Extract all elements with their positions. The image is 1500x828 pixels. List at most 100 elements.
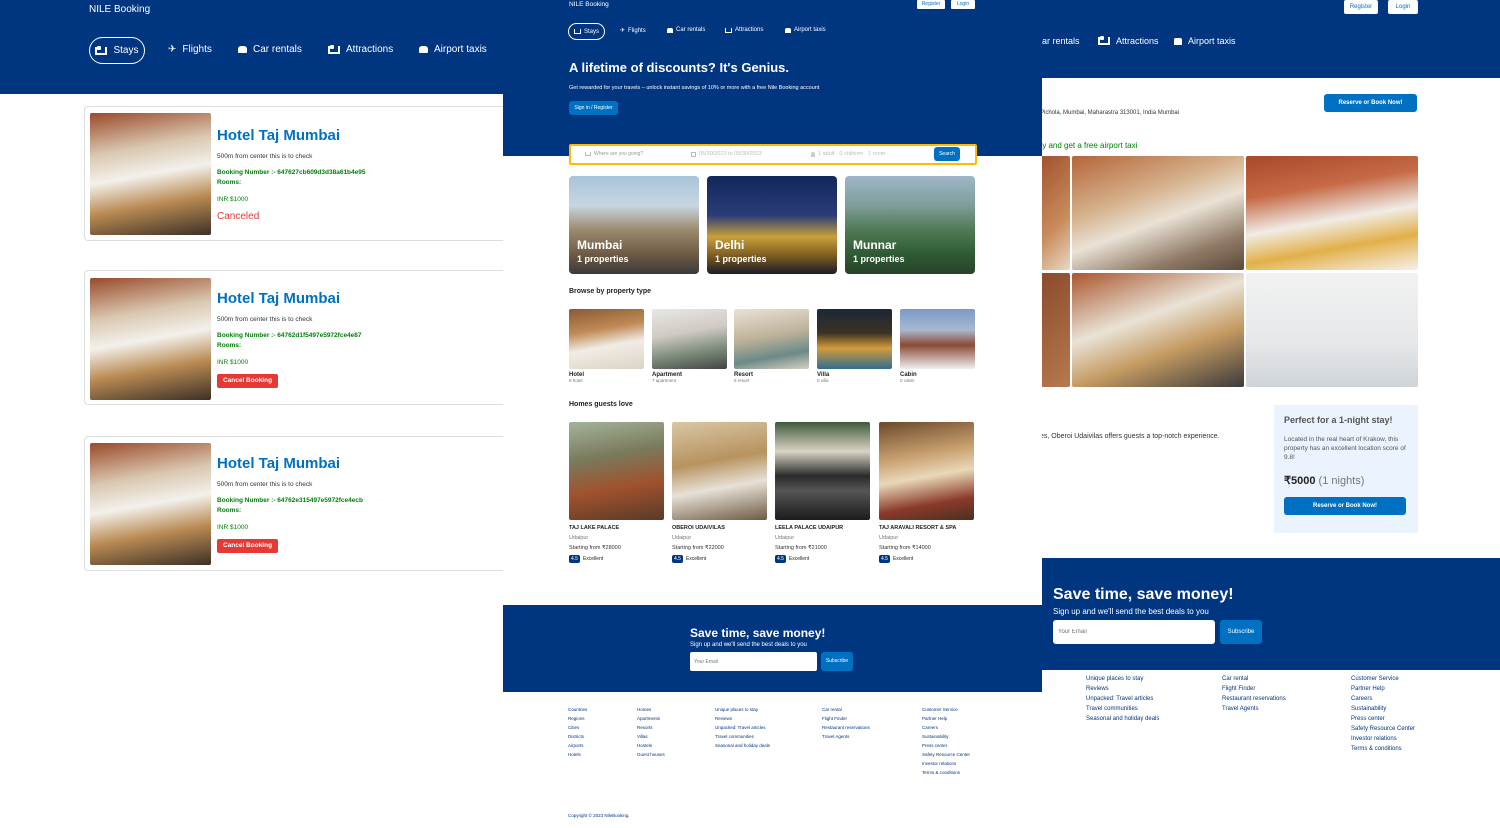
home-card[interactable]: TAJ LAKE PALACE Udaipur Starting from ₹2… (569, 422, 664, 563)
footer-link[interactable]: Careers (1351, 696, 1415, 702)
footer-link[interactable]: Terms & conditions (922, 770, 970, 775)
footer-link[interactable]: Apartments (637, 716, 665, 721)
property-type-card[interactable]: Apartment 7 apartment (652, 309, 727, 383)
footer-link[interactable]: Terms & conditions (1351, 746, 1415, 752)
footer-link[interactable]: Unpacked: Travel articles (1086, 696, 1159, 702)
footer-link[interactable]: Press center (922, 743, 970, 748)
footer-link[interactable]: Airports (568, 743, 587, 748)
footer-link[interactable]: Travel communities (715, 734, 770, 739)
footer-link[interactable]: Reviews (1086, 686, 1159, 692)
footer-link[interactable]: Sustainability (922, 734, 970, 739)
property-type-card[interactable]: Cabin 0 cabin (900, 309, 975, 383)
middle-nav-attractions[interactable]: Attractions (725, 27, 763, 33)
footer-link[interactable]: Investor relations (1351, 736, 1415, 742)
middle-email-input[interactable] (690, 652, 817, 671)
cancel-booking-button[interactable]: Cancel Booking (217, 374, 278, 388)
gallery-image[interactable] (1040, 273, 1070, 387)
footer-link[interactable]: Partner Help (922, 716, 970, 721)
guests-field[interactable]: 1 adult · 0 children · 1 room (811, 151, 885, 157)
gallery-image[interactable] (1072, 273, 1244, 387)
middle-subscribe-button[interactable]: Subscribe (821, 652, 853, 671)
reserve-button[interactable]: Reserve or Book Now! (1324, 94, 1417, 112)
gallery-image[interactable] (1040, 156, 1070, 270)
footer-link[interactable]: Safety Resource Center (922, 752, 970, 757)
booking-title[interactable]: Hotel Taj Mumbai (217, 127, 340, 144)
middle-login-button[interactable]: Login (951, 0, 975, 9)
footer-link[interactable]: Villas (637, 734, 665, 739)
footer-link[interactable]: Unique places to stay (715, 707, 770, 712)
gallery-image[interactable] (1246, 156, 1418, 270)
left-nav-airport-taxis[interactable]: Airport taxis (419, 44, 487, 55)
middle-nav-car-rentals[interactable]: Car rentals (667, 27, 705, 33)
right-email-input[interactable] (1053, 620, 1215, 644)
footer-link[interactable]: Flight Finder (1222, 686, 1286, 692)
middle-footer-col: Countries Regions Cities Districts Airports H… (568, 707, 587, 761)
footer-link[interactable]: Hotels (568, 752, 587, 757)
footer-link[interactable]: Travel Agents (822, 734, 870, 739)
footer-link[interactable]: Hostels (637, 743, 665, 748)
footer-link[interactable]: Car rental (822, 707, 870, 712)
sidebar-reserve-button[interactable]: Reserve or Book Now! (1284, 497, 1406, 515)
footer-link[interactable]: Seasonal and holiday deals (1086, 716, 1159, 722)
middle-nav-flights[interactable]: ✈ Flights (620, 27, 646, 35)
left-brand[interactable]: NILE Booking (89, 4, 150, 15)
home-card[interactable]: LEELA PALACE UDAIPUR Udaipur Starting fr… (775, 422, 870, 563)
hero-signin-button[interactable]: Sign in / Register (569, 101, 618, 115)
footer-link[interactable]: Seasonal and holiday deals (715, 743, 770, 748)
search-button[interactable]: Search (934, 147, 960, 161)
footer-link[interactable]: Districts (568, 734, 587, 739)
footer-link[interactable]: Flight Finder (822, 716, 870, 721)
left-nav-attractions[interactable]: Attractions (328, 44, 393, 55)
date-field[interactable]: 05/30/2023 to 05/30/2023 (691, 151, 762, 157)
right-nav-attractions[interactable]: Attractions (1098, 36, 1159, 46)
gallery-image[interactable] (1246, 273, 1418, 387)
right-register-button[interactable]: Register (1344, 0, 1378, 14)
left-nav-stays[interactable]: Stays (89, 37, 145, 64)
home-card[interactable]: TAJ ARAVALI RESORT & SPA Udaipur Startin… (879, 422, 974, 563)
property-type-card[interactable]: Hotel 8 hotel (569, 309, 644, 383)
footer-link[interactable]: Customer Service (922, 707, 970, 712)
footer-link[interactable]: Reviews (715, 716, 770, 721)
cancel-booking-button[interactable]: Cancel Booking (217, 539, 278, 553)
footer-link[interactable]: Partner Help (1351, 686, 1415, 692)
footer-link[interactable]: Travel communities (1086, 706, 1159, 712)
footer-link[interactable]: Restaurant reservations (822, 725, 870, 730)
footer-link[interactable]: Press center (1351, 716, 1415, 722)
footer-link[interactable]: Restaurant reservations (1222, 696, 1286, 702)
middle-nav-stays[interactable]: Stays (568, 23, 605, 40)
city-card-delhi[interactable]: Delhi 1 properties (707, 176, 837, 274)
right-nav-airport-taxis[interactable]: Airport taxis (1174, 36, 1236, 46)
middle-register-button[interactable]: Register (917, 0, 945, 9)
footer-link[interactable]: Careers (922, 725, 970, 730)
left-nav-flights[interactable]: ✈ Flights (168, 44, 212, 55)
footer-link[interactable]: Travel Agents (1222, 706, 1286, 712)
right-nav-car-rentals[interactable]: ar rentals (1042, 36, 1080, 46)
footer-link[interactable]: Countries (568, 707, 587, 712)
footer-link[interactable]: Sustainability (1351, 706, 1415, 712)
right-login-button[interactable]: Login (1388, 0, 1418, 14)
footer-link[interactable]: Car rental (1222, 676, 1286, 682)
home-card[interactable]: OBEROI UDAIVILAS Udaipur Starting from ₹… (672, 422, 767, 563)
booking-title[interactable]: Hotel Taj Mumbai (217, 455, 340, 472)
footer-link[interactable]: Resorts (637, 725, 665, 730)
footer-link[interactable]: Customer Service (1351, 676, 1415, 682)
city-card-munnar[interactable]: Munnar 1 properties (845, 176, 975, 274)
footer-link[interactable]: Cities (568, 725, 587, 730)
city-card-mumbai[interactable]: Mumbai 1 properties (569, 176, 699, 274)
left-nav-car-rentals[interactable]: Car rentals (238, 44, 302, 55)
footer-link[interactable]: Homes (637, 707, 665, 712)
footer-link[interactable]: Regions (568, 716, 587, 721)
middle-nav-airport-taxis[interactable]: Airport taxis (785, 27, 826, 33)
footer-link[interactable]: Investor relations (922, 761, 970, 766)
gallery-image[interactable] (1072, 156, 1244, 270)
booking-title[interactable]: Hotel Taj Mumbai (217, 290, 340, 307)
right-subscribe-button[interactable]: Subscribe (1220, 620, 1262, 644)
footer-link[interactable]: Unique places to stay (1086, 676, 1159, 682)
property-type-card[interactable]: Resort 6 resort (734, 309, 809, 383)
destination-field[interactable]: Where are you going? (585, 151, 643, 157)
footer-link[interactable]: Unpacked: Travel articles (715, 725, 770, 730)
footer-link[interactable]: Safety Resource Center (1351, 726, 1415, 732)
property-type-card[interactable]: Villa 0 villa (817, 309, 892, 383)
middle-brand[interactable]: NILE Booking (569, 1, 609, 8)
footer-link[interactable]: Guest houses (637, 752, 665, 757)
